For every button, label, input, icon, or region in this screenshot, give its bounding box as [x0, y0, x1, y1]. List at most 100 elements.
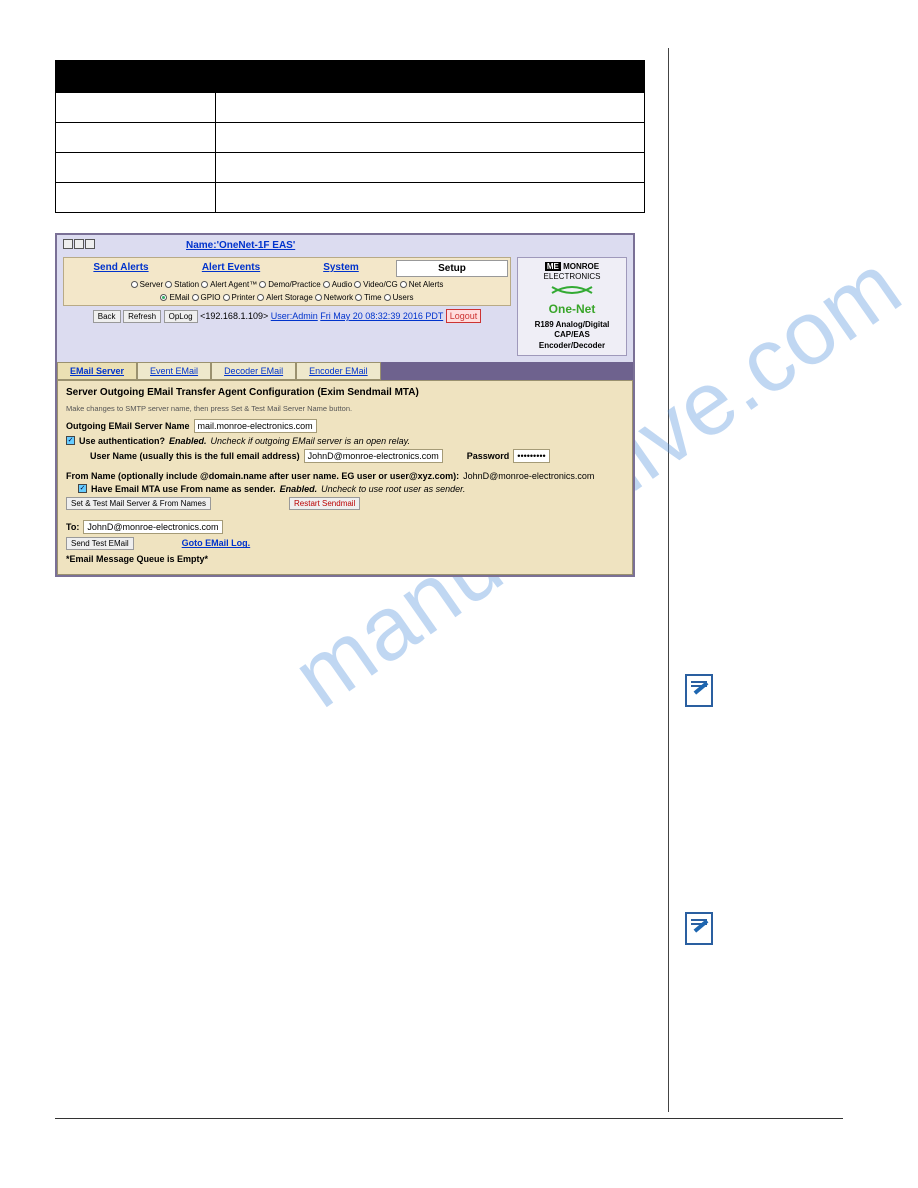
- to-label: To:: [66, 522, 79, 532]
- main-tabbar: Send Alerts Alert Events System Setup Se…: [63, 257, 511, 306]
- radio-alert-storage[interactable]: Alert Storage: [257, 293, 313, 302]
- mta-from-checkbox[interactable]: ✓: [78, 484, 87, 493]
- brand-text: ELECTRONICS: [522, 272, 622, 282]
- radio-server[interactable]: Server: [131, 280, 164, 289]
- radio-printer[interactable]: Printer: [223, 293, 256, 302]
- radio-station[interactable]: Station: [165, 280, 199, 289]
- enabled-flag: Enabled.: [280, 484, 318, 494]
- user-admin-link[interactable]: User:Admin: [271, 311, 318, 321]
- radio-alert-agent[interactable]: Alert Agent™: [201, 280, 257, 289]
- back-button[interactable]: Back: [93, 310, 121, 323]
- use-auth-hint: Uncheck if outgoing EMail server is an o…: [211, 436, 410, 446]
- radio-label: Printer: [232, 293, 256, 302]
- spec-table-header: [56, 61, 645, 93]
- note-icon: [685, 674, 713, 707]
- footer-rule: [55, 1118, 843, 1119]
- onenet-logo: One-Net: [522, 302, 622, 318]
- radio-label: Net Alerts: [409, 280, 444, 289]
- embedded-screenshot: Name:'OneNet-1F EAS' Send Alerts Alert E…: [55, 233, 635, 577]
- radio-label: EMail: [169, 293, 189, 302]
- subtab-encoder-email[interactable]: Encoder EMail: [296, 362, 381, 380]
- mta-hint: Uncheck to use root user as sender.: [321, 484, 465, 494]
- config-note: Make changes to SMTP server name, then p…: [66, 404, 624, 413]
- radio-label: GPIO: [201, 293, 221, 302]
- pen-icon: [694, 681, 709, 694]
- tab-setup[interactable]: Setup: [396, 260, 508, 277]
- radio-audio[interactable]: Audio: [323, 280, 352, 289]
- use-auth-checkbox[interactable]: ✓: [66, 436, 75, 445]
- subtab-decoder-email[interactable]: Decoder EMail: [211, 362, 296, 380]
- timestamp-link[interactable]: Fri May 20 08:32:39 2016 PDT: [320, 311, 443, 321]
- table-row: [56, 183, 645, 213]
- brand-panel: ME MONROE ELECTRONICS One-Net R189 Analo…: [517, 257, 627, 356]
- cell: [216, 183, 645, 213]
- radio-email[interactable]: EMail: [160, 293, 189, 302]
- table-row: [56, 123, 645, 153]
- subtab-event-email[interactable]: Event EMail: [137, 362, 211, 380]
- to-input[interactable]: JohnD@monroe-electronics.com: [83, 520, 222, 534]
- radio-label: Alert Agent™: [210, 280, 257, 289]
- tab-system[interactable]: System: [286, 260, 396, 277]
- cell: [56, 183, 216, 213]
- radio-label: Users: [393, 293, 414, 302]
- goto-email-log-link[interactable]: Goto EMail Log.: [182, 538, 251, 548]
- mta-from-label: Have Email MTA use From name as sender.: [91, 484, 276, 494]
- restart-sendmail-button[interactable]: Restart Sendmail: [289, 497, 360, 510]
- radio-videocg[interactable]: Video/CG: [354, 280, 398, 289]
- radio-network[interactable]: Network: [315, 293, 353, 302]
- password-label: Password: [467, 451, 510, 461]
- config-panel: Server Outgoing EMail Transfer Agent Con…: [57, 380, 633, 575]
- radio-label: Server: [140, 280, 164, 289]
- table-row: [56, 153, 645, 183]
- username-label: User Name (usually this is the full emai…: [90, 451, 300, 461]
- radio-label: Network: [324, 293, 353, 302]
- ip-label: <192.168.1.109>: [200, 311, 268, 321]
- radio-gpio[interactable]: GPIO: [192, 293, 221, 302]
- swoosh-icon: [547, 283, 597, 297]
- oplog-button[interactable]: OpLog: [164, 310, 198, 323]
- radio-net-alerts[interactable]: Net Alerts: [400, 280, 444, 289]
- toolbar: Back Refresh OpLog <192.168.1.109> User:…: [63, 306, 511, 327]
- set-test-button[interactable]: Set & Test Mail Server & From Names: [66, 497, 211, 510]
- from-name-label: From Name (optionally include @domain.na…: [66, 471, 459, 481]
- radio-label: Audio: [332, 280, 352, 289]
- cell: [216, 123, 645, 153]
- radio-demo[interactable]: Demo/Practice: [259, 280, 320, 289]
- brand-text: MONROE: [563, 262, 599, 271]
- logout-button[interactable]: Logout: [446, 309, 482, 323]
- cell: [56, 123, 216, 153]
- cell: [216, 153, 645, 183]
- outgoing-server-label: Outgoing EMail Server Name: [66, 421, 190, 431]
- table-row: [56, 93, 645, 123]
- spec-table: [55, 60, 645, 213]
- username-input[interactable]: JohnD@monroe-electronics.com: [304, 449, 443, 463]
- model-label: R189 Analog/Digital: [522, 320, 622, 330]
- window-controls: [63, 239, 96, 251]
- enabled-flag: Enabled.: [169, 436, 207, 446]
- radio-label: Time: [364, 293, 381, 302]
- radio-label: Alert Storage: [266, 293, 313, 302]
- pen-icon: [694, 919, 709, 932]
- radio-label: Demo/Practice: [268, 280, 320, 289]
- outgoing-server-input[interactable]: mail.monroe-electronics.com: [194, 419, 317, 433]
- queue-status: *Email Message Queue is Empty*: [66, 554, 624, 564]
- device-name-link[interactable]: Name:'OneNet-1F EAS': [186, 240, 295, 251]
- radio-label: Station: [174, 280, 199, 289]
- cell: [216, 93, 645, 123]
- encdec-label: Encoder/Decoder: [522, 341, 622, 351]
- from-name-value: JohnD@monroe-electronics.com: [463, 471, 594, 481]
- radio-users[interactable]: Users: [384, 293, 414, 302]
- tab-alert-events[interactable]: Alert Events: [176, 260, 286, 277]
- vertical-divider: [668, 48, 669, 1112]
- cell: [56, 153, 216, 183]
- me-logo-icon: ME: [545, 262, 561, 271]
- tab-send-alerts[interactable]: Send Alerts: [66, 260, 176, 277]
- password-input[interactable]: •••••••••: [513, 449, 549, 463]
- sub-tabs: EMail Server Event EMail Decoder EMail E…: [57, 362, 633, 380]
- cell: [56, 93, 216, 123]
- send-test-button[interactable]: Send Test EMail: [66, 537, 134, 550]
- note-icon: [685, 912, 713, 945]
- subtab-email-server[interactable]: EMail Server: [57, 362, 137, 380]
- refresh-button[interactable]: Refresh: [123, 310, 161, 323]
- radio-time[interactable]: Time: [355, 293, 381, 302]
